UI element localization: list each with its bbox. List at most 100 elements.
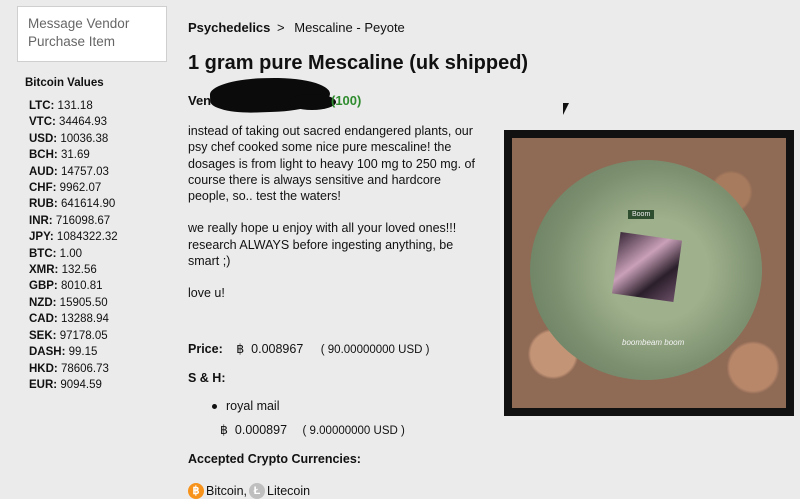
purchase-item-link[interactable]: Purchase Item — [28, 33, 156, 51]
description-paragraph: we really hope u enjoy with all your lov… — [188, 221, 457, 269]
rate-value: 78606.73 — [60, 362, 109, 375]
rate-value: 641614.90 — [60, 198, 116, 211]
litecoin-icon: Ł — [249, 483, 266, 499]
rate-row: INR: 716098.67 — [29, 213, 118, 229]
vendor-actions-menu: Message Vendor Purchase Item — [17, 6, 167, 62]
rate-value: 1084322.32 — [56, 231, 118, 244]
rate-value: 99.15 — [68, 346, 98, 359]
breadcrumb-separator: > — [277, 20, 285, 35]
rate-code: RUB: — [29, 198, 58, 211]
rate-row: XMR: 132.56 — [29, 262, 118, 278]
rate-value: 34464.93 — [59, 116, 108, 129]
rate-code: JPY: — [29, 231, 54, 244]
bitcoin-rates-list: LTC: 131.18 VTC: 34464.93 USD: 10036.38 BCH… — [29, 98, 118, 393]
rate-row: AUD: 14757.03 — [29, 164, 118, 180]
rate-row: EUR: 9094.59 — [29, 377, 118, 393]
rate-value: 97178.05 — [59, 329, 108, 342]
rate-value: 9094.59 — [60, 378, 102, 391]
rate-code: LTC: — [29, 100, 55, 112]
rate-row: DASH: 99.15 — [29, 344, 118, 360]
shipping-price: ฿ 0.000897 ( 9.00000000 USD ) — [220, 422, 405, 437]
rate-value: 131.18 — [57, 100, 93, 112]
rate-code: CAD: — [29, 313, 58, 326]
accepted-currencies-label: Accepted Crypto Currencies: — [188, 452, 361, 466]
rate-row: USD: 10036.38 — [29, 131, 118, 147]
shipping-usd: ( 9.00000000 USD ) — [302, 425, 405, 437]
breadcrumb-category[interactable]: Psychedelics — [188, 20, 270, 35]
price-btc: ฿ 0.008967 — [236, 342, 303, 356]
listing-title: 1 gram pure Mescaline (uk shipped) — [188, 52, 529, 74]
rate-value: 9962.07 — [59, 182, 102, 195]
crystal-shape — [611, 231, 683, 303]
message-vendor-link[interactable]: Message Vendor — [28, 15, 156, 33]
rate-code: AUD: — [29, 165, 58, 178]
rate-code: USD: — [29, 132, 58, 145]
description-paragraph: instead of taking out sacred endangered … — [188, 124, 475, 204]
rate-code: NZD: — [29, 296, 57, 309]
bullet-icon — [212, 404, 217, 410]
rate-row: RUB: 641614.90 — [29, 196, 118, 212]
price-btc-value: 0.008967 — [251, 342, 304, 356]
rate-code: HKD: — [29, 362, 58, 375]
shipping-option[interactable]: royal mail — [212, 399, 280, 413]
mouse-cursor-icon — [563, 103, 572, 115]
breadcrumb-subcategory[interactable]: Mescaline - Peyote — [294, 20, 405, 35]
rate-value: 14757.03 — [60, 165, 109, 178]
price-label: Price: — [188, 342, 223, 356]
sidebar: Message Vendor Purchase Item Bitcoin Val… — [0, 0, 170, 498]
price-usd: ( 90.00000000 USD ) — [320, 344, 430, 356]
rate-code: INR: — [29, 214, 53, 227]
currency-name-bitcoin: Bitcoin — [206, 484, 244, 498]
bitcoin-symbol-icon: ฿ — [236, 342, 245, 356]
rate-value: 13288.94 — [60, 313, 109, 326]
rate-row: HKD: 78606.73 — [29, 361, 118, 377]
rate-row: SEK: 97178.05 — [29, 328, 118, 344]
rate-row: VTC: 34464.93 — [29, 114, 118, 130]
rate-row: CAD: 13288.94 — [29, 311, 118, 327]
product-photo: Boom boombeam boom — [512, 138, 786, 408]
redaction-scribble-tail — [288, 94, 336, 110]
rate-code: BCH: — [29, 149, 58, 162]
rate-value: 31.69 — [60, 149, 90, 162]
rate-value: 1.00 — [59, 247, 83, 260]
shipping-btc-value: 0.000897 — [234, 423, 288, 437]
vendor-score: (100) — [331, 93, 362, 108]
rate-code: SEK: — [29, 329, 57, 342]
photo-watermark: boombeam boom — [622, 338, 685, 347]
rate-row: CHF: 9962.07 — [29, 180, 118, 196]
accepted-currencies-list: ฿ Bitcoin, Ł Litecoin — [188, 483, 310, 499]
rate-code: GBP: — [29, 280, 58, 293]
rate-row: LTC: 131.18 — [29, 98, 118, 114]
price-row: Price: ฿ 0.008967 ( 90.00000000 USD ) — [188, 341, 429, 356]
currency-separator: , — [243, 484, 248, 498]
vendor-line: Vendor (100) — [188, 75, 361, 115]
rate-row: JPY: 1084322.32 — [29, 229, 118, 245]
currency-name-litecoin: Litecoin — [267, 484, 311, 498]
rate-row: BTC: 1.00 — [29, 246, 118, 262]
listing-description: instead of taking out sacred endangered … — [188, 123, 478, 318]
listing-main: Psychedelics > Mescaline - Peyote 1 gram… — [170, 0, 800, 499]
rate-row: NZD: 15905.50 — [29, 295, 118, 311]
shipping-label: S & H: — [188, 371, 226, 385]
rate-value: 8010.81 — [60, 280, 103, 293]
rate-code: EUR: — [29, 378, 58, 391]
bitcoin-values-heading: Bitcoin Values — [25, 77, 104, 89]
shipping-method: royal mail — [226, 399, 280, 413]
bitcoin-symbol-icon: ฿ — [220, 423, 228, 437]
photo-tag: Boom — [628, 210, 655, 219]
rate-code: VTC: — [29, 116, 56, 129]
rate-value: 132.56 — [61, 264, 97, 277]
rate-row: BCH: 31.69 — [29, 147, 118, 163]
rate-row: GBP: 8010.81 — [29, 278, 118, 294]
breadcrumb: Psychedelics > Mescaline - Peyote — [188, 20, 405, 35]
rate-code: DASH: — [29, 346, 66, 359]
bitcoin-icon: ฿ — [188, 483, 204, 499]
rate-value: 716098.67 — [55, 214, 111, 227]
rate-code: BTC: — [29, 247, 57, 260]
rate-value: 10036.38 — [60, 132, 109, 145]
rate-value: 15905.50 — [59, 296, 108, 309]
product-image[interactable]: Boom boombeam boom — [504, 130, 794, 416]
rate-code: CHF: — [29, 182, 57, 195]
description-paragraph: love u! — [188, 286, 225, 301]
rate-code: XMR: — [29, 264, 59, 277]
